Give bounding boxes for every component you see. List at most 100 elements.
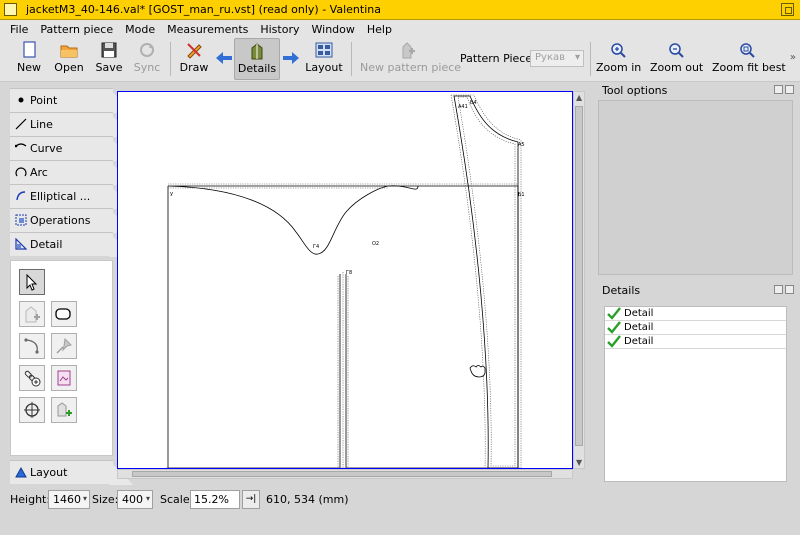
float-dock-button[interactable] (774, 85, 783, 94)
scroll-up-icon[interactable]: ▲ (576, 93, 582, 102)
tab-line[interactable]: Line (10, 112, 113, 136)
new-detail-tool[interactable] (19, 301, 45, 327)
tab-curve-label: Curve (30, 142, 63, 155)
point-label-u: У (170, 192, 173, 198)
draw-mode-button[interactable]: Draw (176, 38, 212, 80)
point-label-g8: Г8 (346, 270, 352, 276)
height-select[interactable]: 1460 ▾ (48, 490, 90, 509)
arrow-cursor-icon (26, 273, 38, 291)
save-button[interactable]: Save (90, 38, 128, 80)
insert-node-tool[interactable] (19, 365, 45, 391)
list-item[interactable]: Detail (605, 335, 786, 349)
picture-icon (57, 370, 71, 386)
list-item[interactable]: Detail (605, 307, 786, 321)
details-list: Detail Detail Detail (604, 306, 787, 482)
detail-icon (15, 238, 27, 250)
arc-icon (15, 167, 27, 177)
tab-elliptical-arc[interactable]: Elliptical ... (10, 184, 113, 208)
draw-pencil-icon (187, 43, 202, 59)
save-label: Save (95, 61, 123, 74)
zoom-in-button[interactable]: Zoom in (596, 38, 642, 80)
zoom-in-label: Zoom in (596, 61, 642, 74)
zoom-fit-best-button[interactable]: Zoom fit best (712, 38, 786, 80)
menu-mode[interactable]: Mode (119, 23, 161, 36)
point-icon (18, 97, 24, 103)
scroll-down-icon[interactable]: ▼ (576, 458, 582, 467)
place-label-tool[interactable] (19, 397, 45, 423)
pointer-tool[interactable] (19, 269, 45, 295)
scale-fit-button[interactable]: →| (242, 490, 260, 509)
menu-pattern-piece[interactable]: Pattern piece (34, 23, 119, 36)
vertical-scroll-thumb[interactable] (575, 106, 583, 446)
zoom-out-icon (669, 43, 684, 58)
line-icon (15, 118, 27, 130)
dock-controls (774, 85, 794, 94)
menu-file[interactable]: File (4, 23, 34, 36)
chevron-down-icon: ▾ (145, 494, 150, 503)
tab-arc[interactable]: Arc (10, 160, 113, 184)
layout-mode-button[interactable]: Layout (304, 38, 344, 80)
point-label-o2: О2 (372, 241, 379, 247)
export-layout-tool[interactable] (51, 365, 77, 391)
close-dock-button[interactable] (785, 285, 794, 294)
tab-curve[interactable]: Curve (10, 136, 113, 160)
union-icon (55, 308, 71, 320)
arrow-right-icon (283, 52, 299, 64)
dock-controls (774, 285, 794, 294)
zoom-fit-icon (740, 43, 755, 58)
tab-detail[interactable]: Detail (10, 232, 113, 256)
size-select[interactable]: 400 ▾ (117, 490, 153, 509)
path-tool[interactable] (19, 333, 45, 359)
horizontal-scrollbar[interactable] (117, 469, 573, 479)
checkmark-icon[interactable] (607, 335, 621, 348)
pattern-canvas[interactable]: А41 Б4 А5 Б1 Г4 О2 Г8 У (117, 91, 573, 469)
toolbar-overflow-icon[interactable]: » (790, 52, 796, 63)
tab-point-label: Point (30, 94, 58, 107)
details-title: Details (602, 284, 641, 297)
list-item[interactable]: Detail (605, 321, 786, 335)
horizontal-scroll-thumb[interactable] (132, 471, 552, 477)
tool-options-body (598, 100, 793, 275)
tab-detail-label: Detail (30, 238, 63, 251)
menu-measurements[interactable]: Measurements (161, 23, 254, 36)
open-button[interactable]: Open (50, 38, 88, 80)
app-icon (4, 3, 17, 16)
chevron-down-icon: ▾ (82, 494, 87, 503)
menu-window[interactable]: Window (306, 23, 361, 36)
tab-operations[interactable]: Operations (10, 208, 113, 232)
tab-layout[interactable]: Layout (10, 460, 113, 484)
union-details-tool[interactable] (51, 301, 77, 327)
menu-history[interactable]: History (254, 23, 305, 36)
new-pattern-piece-button[interactable]: New pattern piece (360, 38, 461, 80)
tab-point[interactable]: Point (10, 88, 113, 112)
checkmark-icon[interactable] (607, 307, 621, 320)
scale-input[interactable]: 15.2% (190, 490, 240, 509)
size-value: 400 (122, 493, 143, 506)
tab-layout-label: Layout (30, 466, 68, 479)
duplicate-detail-tool[interactable] (51, 397, 77, 423)
detail-duplicate-icon (57, 402, 72, 417)
detail-add-icon (25, 306, 40, 323)
detail-name: Detail (624, 322, 654, 333)
sync-label: Sync (133, 61, 161, 74)
toolbar-separator (590, 42, 591, 76)
new-button[interactable]: New (10, 38, 48, 80)
arrow-left-icon (216, 52, 232, 64)
checkmark-icon[interactable] (607, 321, 621, 334)
sync-button[interactable]: Sync (130, 38, 164, 80)
restore-window-button[interactable] (781, 3, 794, 16)
details-mode-button[interactable]: Details (234, 38, 280, 80)
vertical-scrollbar[interactable]: ▲ ▼ (573, 91, 585, 469)
toolbox-panel: Point Line Curve Arc Elliptical ... Oper… (10, 88, 113, 484)
zoom-out-button[interactable]: Zoom out (650, 38, 703, 80)
close-dock-button[interactable] (785, 85, 794, 94)
title-bar: jacketM3_40-146.val* [GOST_man_ru.vst] (… (0, 0, 800, 20)
height-label: Height: (10, 493, 51, 506)
menu-help[interactable]: Help (361, 23, 398, 36)
details-dock: Details Detail Detail Detail (597, 284, 794, 484)
point-label-g4: Г4 (313, 244, 319, 250)
menu-bar: File Pattern piece Mode Measurements His… (0, 20, 800, 38)
float-dock-button[interactable] (774, 285, 783, 294)
pin-tool[interactable] (51, 333, 77, 359)
pattern-piece-select[interactable]: Рукав (530, 50, 584, 67)
